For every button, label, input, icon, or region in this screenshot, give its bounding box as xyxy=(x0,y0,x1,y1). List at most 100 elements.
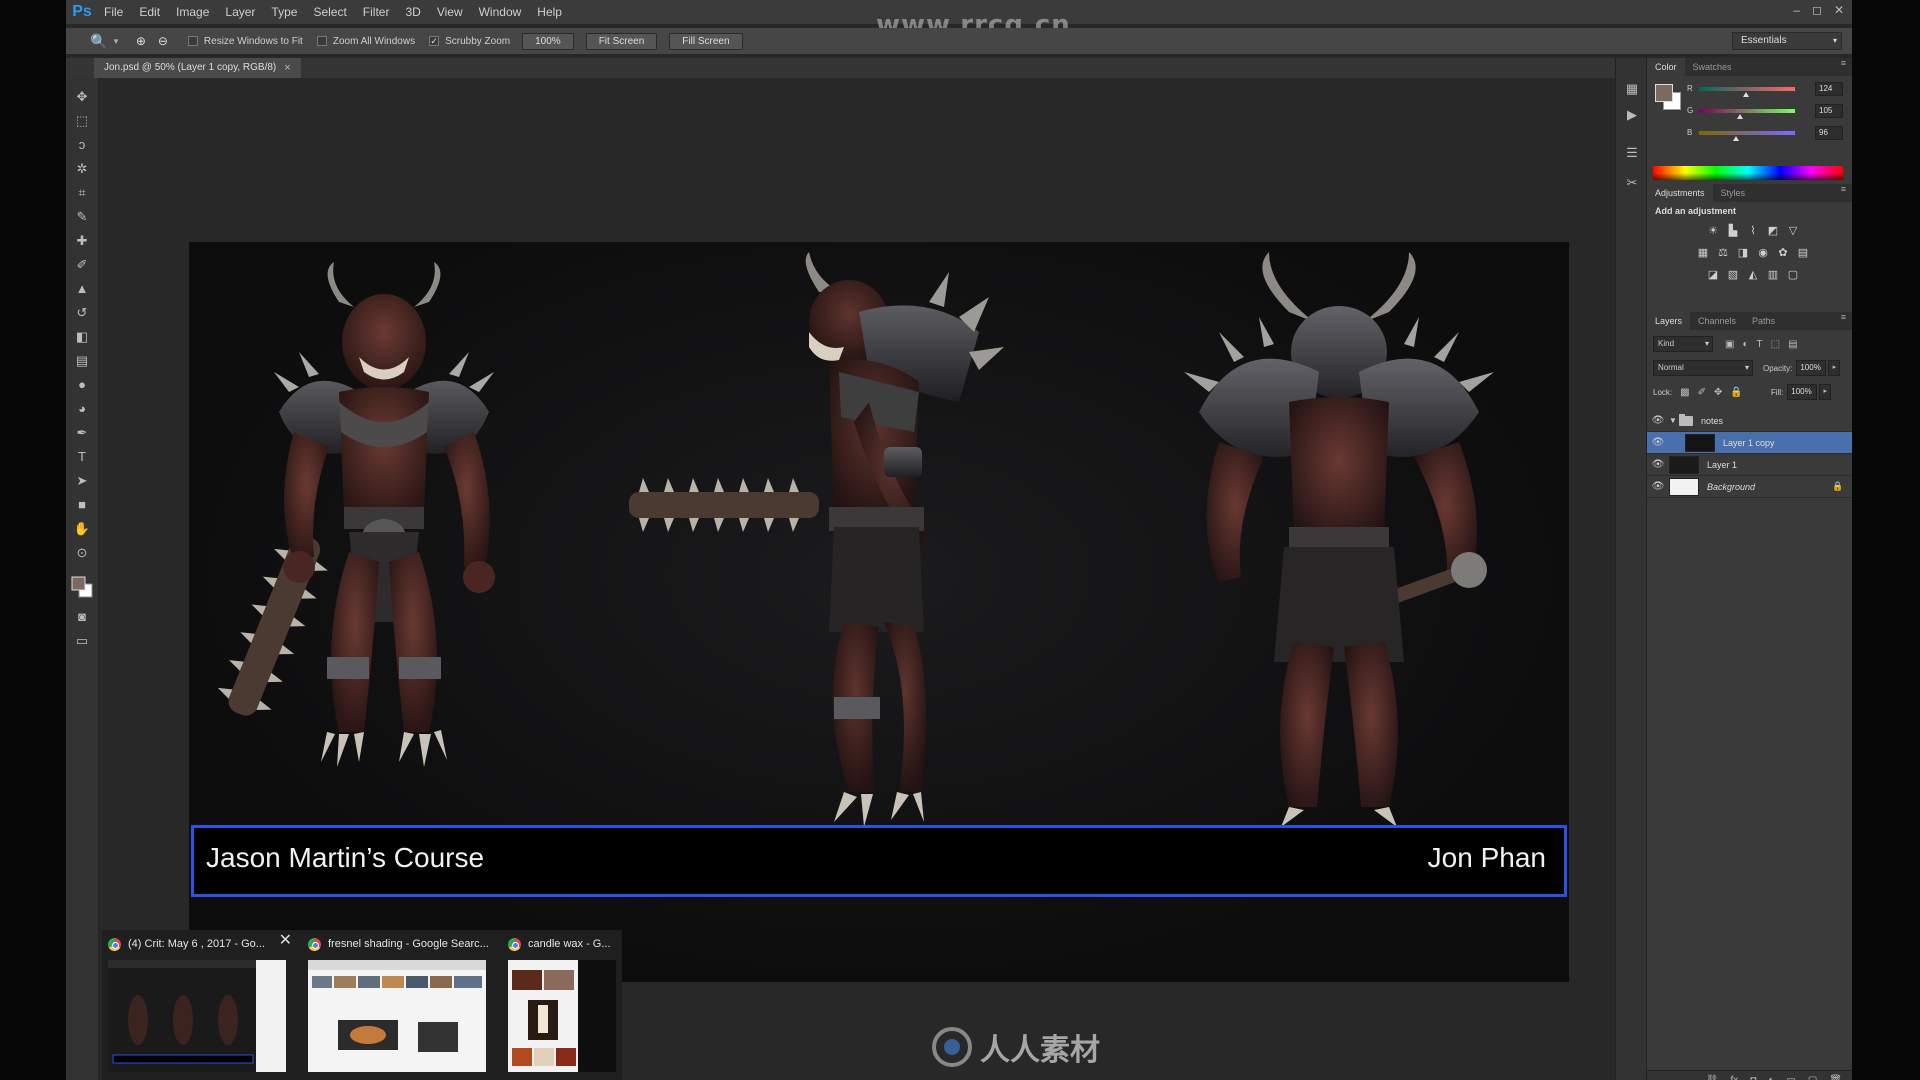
zoom-in-icon[interactable]: ⊕ xyxy=(130,34,152,48)
menu-3d[interactable]: 3D xyxy=(397,5,428,19)
layer-row-background[interactable]: 👁 Background 🔒 xyxy=(1647,476,1852,498)
tab-adjustments[interactable]: Adjustments xyxy=(1647,184,1713,202)
blue-slider[interactable] xyxy=(1699,131,1795,135)
panel-menu-icon[interactable]: ≡ xyxy=(1841,312,1846,322)
vibrance-icon[interactable]: ▽ xyxy=(1786,224,1800,238)
layer-row-notes-group[interactable]: 👁 ▼ notes xyxy=(1647,410,1852,432)
adjustment-filter-icon[interactable]: ◐ xyxy=(1742,339,1748,350)
close-icon[interactable]: ✕ xyxy=(279,930,292,950)
green-value-input[interactable]: 105 xyxy=(1815,104,1843,118)
new-layer-icon[interactable]: ▢ xyxy=(1808,1075,1817,1080)
menu-file[interactable]: File xyxy=(96,5,131,19)
delete-layer-icon[interactable]: 🗑 xyxy=(1829,1075,1842,1080)
type-filter-icon[interactable]: T xyxy=(1757,339,1763,350)
layer-row-layer-1[interactable]: 👁 Layer 1 xyxy=(1647,454,1852,476)
photo-filter-icon[interactable]: ◉ xyxy=(1756,246,1770,260)
gradient-map-icon[interactable]: ▥ xyxy=(1766,268,1780,282)
eraser-icon[interactable]: ◧ xyxy=(73,328,91,346)
posterize-icon[interactable]: ▧ xyxy=(1726,268,1740,282)
menu-edit[interactable]: Edit xyxy=(131,5,168,19)
black-white-icon[interactable]: ◨ xyxy=(1736,246,1750,260)
threshold-icon[interactable]: ◭ xyxy=(1746,268,1760,282)
lock-position-icon[interactable]: ✥ xyxy=(1714,387,1722,398)
exposure-icon[interactable]: ◩ xyxy=(1766,224,1780,238)
taskbar-thumb[interactable]: (4) Crit: May 6 , 2017 - Go... ✕ xyxy=(102,930,292,1080)
invert-icon[interactable]: ◪ xyxy=(1706,268,1720,282)
menu-window[interactable]: Window xyxy=(471,5,530,19)
tool-presets-icon[interactable]: ✂ xyxy=(1623,174,1641,192)
menu-image[interactable]: Image xyxy=(168,5,217,19)
taskbar-thumb[interactable]: fresnel shading - Google Searc... xyxy=(302,930,492,1080)
shape-tool-icon[interactable]: ■ xyxy=(73,496,91,514)
color-lookup-icon[interactable]: ▤ xyxy=(1796,246,1810,260)
menu-view[interactable]: View xyxy=(429,5,471,19)
move-tool-icon[interactable]: ✥ xyxy=(73,88,91,106)
visibility-eye-icon[interactable]: 👁 xyxy=(1647,437,1669,448)
layer-kind-filter[interactable]: Kind ▾ xyxy=(1653,336,1713,352)
layer-row-layer-1-copy[interactable]: 👁 Layer 1 copy xyxy=(1647,432,1852,454)
chevron-down-icon[interactable]: ▼ xyxy=(112,37,120,46)
tab-paths[interactable]: Paths xyxy=(1744,312,1783,330)
pixel-filter-icon[interactable]: ▣ xyxy=(1725,339,1734,350)
marquee-tool-icon[interactable]: ⬚ xyxy=(73,112,91,130)
menu-select[interactable]: Select xyxy=(305,5,354,19)
fill-dropdown-icon[interactable]: ▸ xyxy=(1819,384,1832,400)
healing-brush-icon[interactable]: ✚ xyxy=(73,232,91,250)
menu-filter[interactable]: Filter xyxy=(355,5,398,19)
visibility-eye-icon[interactable]: 👁 xyxy=(1647,459,1669,470)
tab-swatches[interactable]: Swatches xyxy=(1685,58,1740,76)
crop-tool-icon[interactable]: ⌗ xyxy=(73,184,91,202)
tab-color[interactable]: Color xyxy=(1647,58,1685,76)
panel-menu-icon[interactable]: ≡ xyxy=(1841,184,1846,194)
zoom-tool-icon[interactable]: ⊙ xyxy=(73,544,91,562)
shape-filter-icon[interactable]: ⬚ xyxy=(1771,339,1780,350)
clone-stamp-icon[interactable]: ▲ xyxy=(73,280,91,298)
pen-tool-icon[interactable]: ✒ xyxy=(73,424,91,442)
taskbar-thumb[interactable]: candle wax - G... xyxy=(502,930,622,1080)
menu-type[interactable]: Type xyxy=(263,5,305,19)
minimize-button[interactable]: – xyxy=(1793,3,1800,17)
lock-transparent-icon[interactable]: ▩ xyxy=(1680,387,1689,398)
layer-mask-icon[interactable]: ◘ xyxy=(1750,1075,1756,1080)
type-tool-icon[interactable]: T xyxy=(73,448,91,466)
menu-help[interactable]: Help xyxy=(529,5,570,19)
channel-mixer-icon[interactable]: ✿ xyxy=(1776,246,1790,260)
zoom-tool-preset-icon[interactable]: 🔍 xyxy=(86,33,112,50)
resize-windows-checkbox[interactable]: Resize Windows to Fit xyxy=(187,36,303,47)
green-slider-thumb[interactable] xyxy=(1737,114,1743,119)
levels-icon[interactable]: ▙ xyxy=(1726,224,1740,238)
opacity-input[interactable]: 100% xyxy=(1796,360,1827,376)
gradient-icon[interactable]: ▤ xyxy=(73,352,91,370)
close-button[interactable]: ✕ xyxy=(1834,3,1844,17)
color-swatches-icon[interactable] xyxy=(69,574,95,598)
expand-arrow-icon[interactable]: ▼ xyxy=(1669,416,1679,425)
restore-button[interactable]: ◻ xyxy=(1812,3,1822,17)
fill-input[interactable]: 100% xyxy=(1787,384,1818,400)
tab-channels[interactable]: Channels xyxy=(1690,312,1744,330)
properties-panel-icon[interactable]: ☰ xyxy=(1623,144,1641,162)
opacity-dropdown-icon[interactable]: ▸ xyxy=(1828,360,1841,376)
brightness-icon[interactable]: ☀ xyxy=(1706,224,1720,238)
tab-layers[interactable]: Layers xyxy=(1647,312,1691,330)
curves-icon[interactable]: ⌇ xyxy=(1746,224,1760,238)
hue-saturation-icon[interactable]: ▦ xyxy=(1696,246,1710,260)
magic-wand-icon[interactable]: ✲ xyxy=(73,160,91,178)
brush-tool-icon[interactable]: ✐ xyxy=(73,256,91,274)
document-tab[interactable]: Jon.psd @ 50% (Layer 1 copy, RGB/8) × xyxy=(94,58,301,78)
actions-play-icon[interactable]: ▶ xyxy=(1623,106,1641,124)
blue-value-input[interactable]: 96 xyxy=(1815,126,1843,140)
red-slider[interactable] xyxy=(1699,87,1795,91)
lock-pixels-icon[interactable]: ✐ xyxy=(1698,387,1706,398)
eyedropper-icon[interactable]: ✎ xyxy=(73,208,91,226)
zoom-all-windows-checkbox[interactable]: Zoom All Windows xyxy=(316,36,415,47)
panel-menu-icon[interactable]: ≡ xyxy=(1841,58,1846,68)
blue-slider-thumb[interactable] xyxy=(1733,136,1739,141)
visibility-eye-icon[interactable]: 👁 xyxy=(1647,481,1669,492)
color-balance-icon[interactable]: ⚖ xyxy=(1716,246,1730,260)
zoom-out-icon[interactable]: ⊖ xyxy=(152,34,174,48)
quick-mask-icon[interactable]: ◙ xyxy=(73,608,91,626)
fit-screen-button[interactable]: Fit Screen xyxy=(585,32,658,50)
green-slider[interactable] xyxy=(1699,109,1795,113)
path-select-icon[interactable]: ➤ xyxy=(73,472,91,490)
document-image[interactable]: Jason Martin’s Course Jon Phan xyxy=(189,242,1569,982)
